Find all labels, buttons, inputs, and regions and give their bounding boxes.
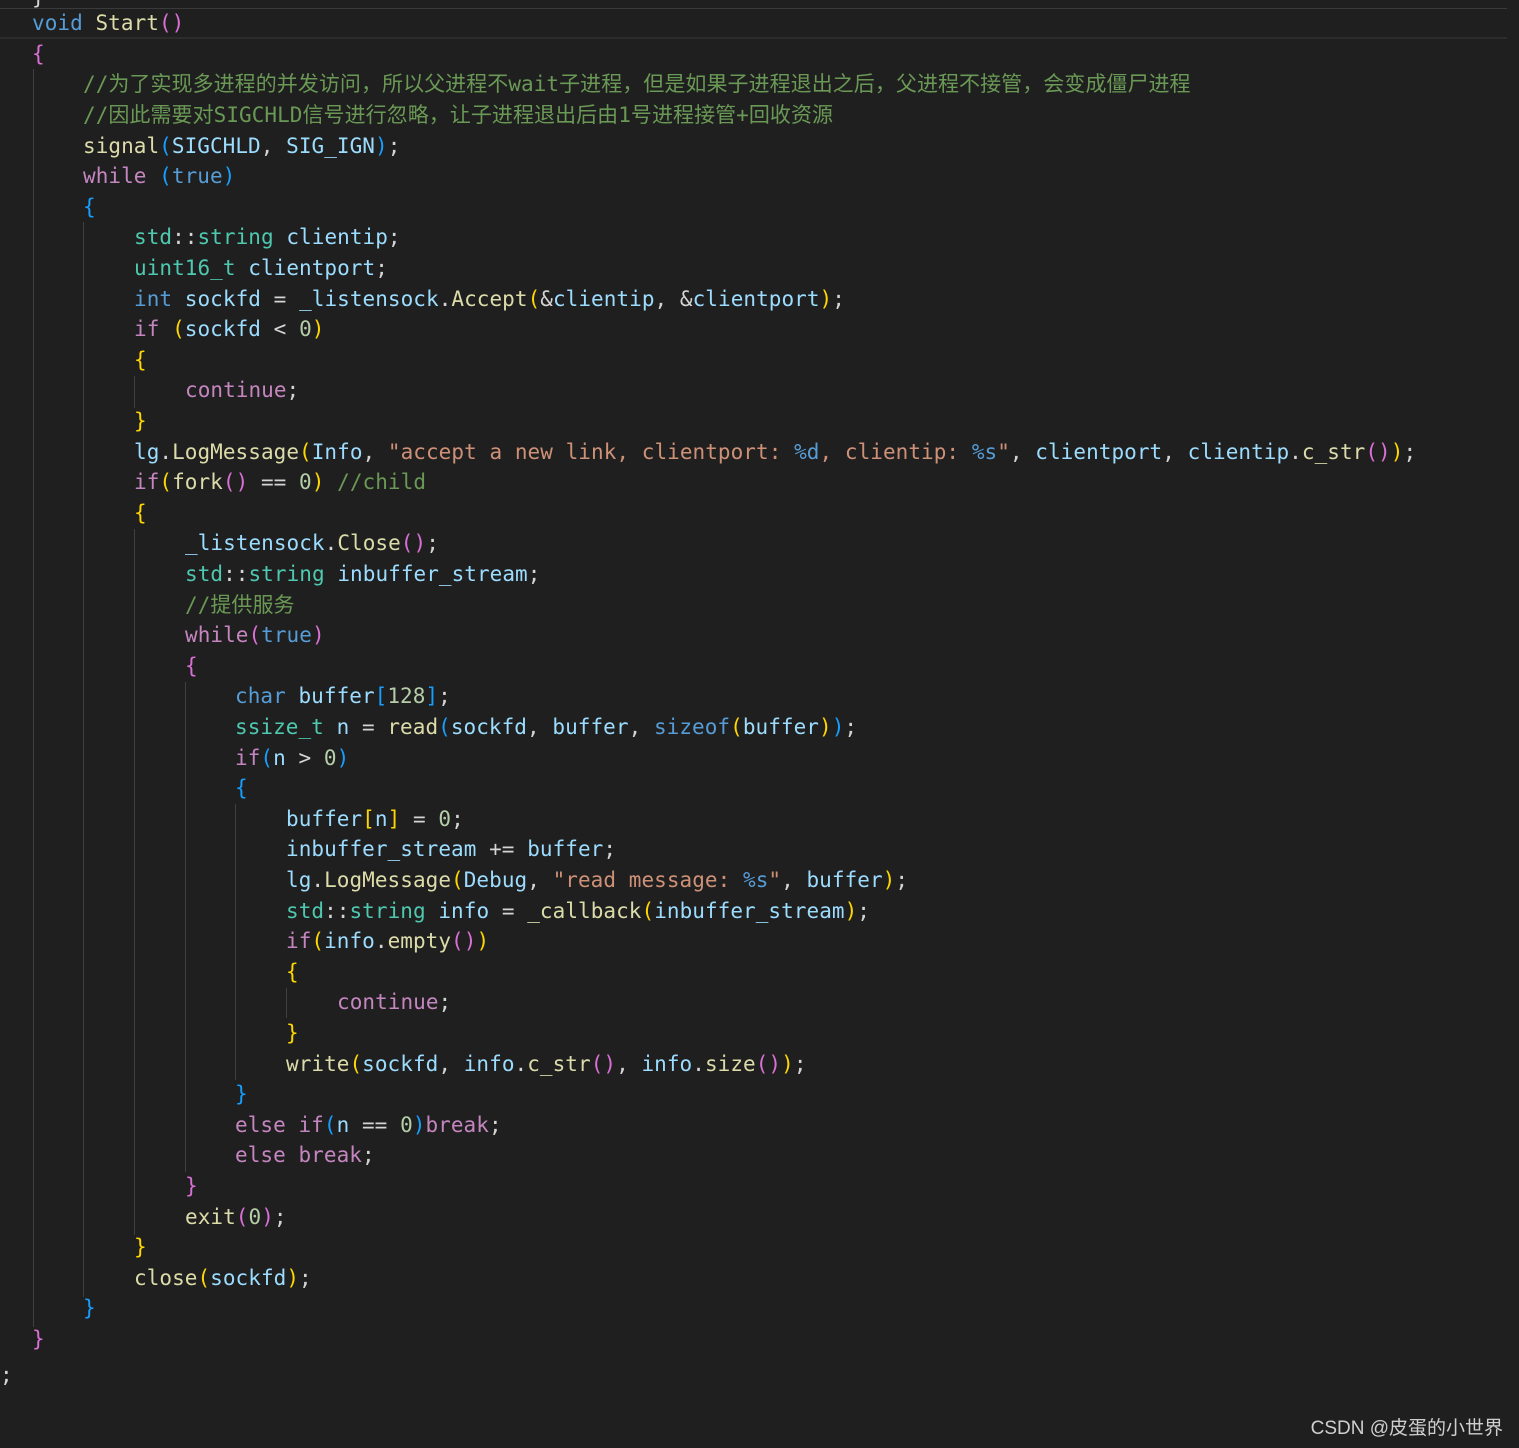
code-line-15: lg.LogMessage(Info, "accept a new link, …: [134, 440, 1417, 464]
code-line-2: {: [32, 42, 45, 66]
code-line-26: {: [235, 776, 248, 800]
code-line-42: close(sockfd);: [134, 1266, 312, 1290]
code-line-6: while (true): [83, 164, 236, 188]
code-line-17: {: [134, 501, 147, 525]
code-line-35: write(sockfd, info.c_str(), info.size())…: [286, 1052, 807, 1076]
code-line-28: inbuffer_stream += buffer;: [286, 837, 617, 861]
indent-guide-level-3b: [134, 529, 135, 1235]
code-line-31: if(info.empty()): [286, 929, 490, 953]
indent-guide-level-3a: [134, 376, 135, 408]
code-line-22: {: [185, 654, 198, 678]
indent-guide-level-2: [83, 222, 84, 1297]
code-line-24: ssize_t n = read(sockfd, buffer, sizeof(…: [235, 715, 858, 739]
void-keyword: void: [32, 11, 83, 35]
code-editor[interactable]: } void Start() { //为了实现多进程的并发访问，所以父进程不wa…: [0, 0, 1519, 1448]
code-line-8: std::string clientip;: [134, 225, 401, 249]
code-line-12: {: [134, 348, 147, 372]
code-line-41: }: [134, 1235, 147, 1259]
code-line-36: }: [235, 1082, 248, 1106]
code-line-44: }: [32, 1327, 45, 1351]
code-line-18: _listensock.Close();: [185, 531, 439, 555]
code-line-29: lg.LogMessage(Debug, "read message: %s",…: [286, 868, 909, 892]
code-line-11: if (sockfd < 0): [134, 317, 325, 341]
class-closing-semicolon: ;: [0, 1363, 13, 1387]
indent-guide-level-4: [185, 682, 186, 1172]
code-line-33: continue;: [337, 990, 452, 1014]
code-line-3-comment: //为了实现多进程的并发访问，所以父进程不wait子进程，但是如果子进程退出之后…: [83, 72, 1191, 96]
code-line-21: while(true): [185, 623, 325, 647]
code-line-4-comment: //因此需要对SIGCHLD信号进行忽略，让子进程退出后由1号进程接管+回收资源: [83, 103, 834, 127]
csdn-watermark: CSDN @皮蛋的小世界: [1310, 1418, 1503, 1439]
code-line-9: uint16_t clientport;: [134, 256, 388, 280]
code-line-19: std::string inbuffer_stream;: [185, 562, 541, 586]
code-line-16: if(fork() == 0) //child: [134, 470, 427, 494]
code-line-10: int sockfd = _listensock.Accept(&clienti…: [134, 287, 845, 311]
function-name: Start: [95, 11, 159, 35]
code-line-38: else break;: [235, 1143, 375, 1167]
code-line-40: exit(0);: [185, 1205, 287, 1229]
editor-top-border: [0, 8, 1507, 9]
indent-guide-level-1: [33, 69, 34, 1327]
current-line-border: [0, 37, 1507, 39]
code-line-34: }: [286, 1021, 299, 1045]
code-line-20-comment: //提供服务: [185, 593, 295, 617]
code-line-13: continue;: [185, 378, 300, 402]
code-line-37: else if(n == 0)break;: [235, 1113, 502, 1137]
code-line-30: std::string info = _callback(inbuffer_st…: [286, 899, 870, 923]
code-line-1: void Start(): [32, 11, 185, 35]
indent-guide-level-6: [286, 988, 287, 1018]
code-line-25: if(n > 0): [235, 746, 350, 770]
code-line-43: }: [83, 1296, 96, 1320]
code-line-14: }: [134, 409, 147, 433]
code-line-32: {: [286, 960, 299, 984]
code-line-5: signal(SIGCHLD, SIG_IGN);: [83, 134, 401, 158]
indent-guide-level-5: [235, 804, 236, 1080]
code-line-27: buffer[n] = 0;: [286, 807, 464, 831]
code-line-23: char buffer[128];: [235, 684, 451, 708]
code-line-7: {: [83, 195, 96, 219]
code-line-39: }: [185, 1174, 198, 1198]
